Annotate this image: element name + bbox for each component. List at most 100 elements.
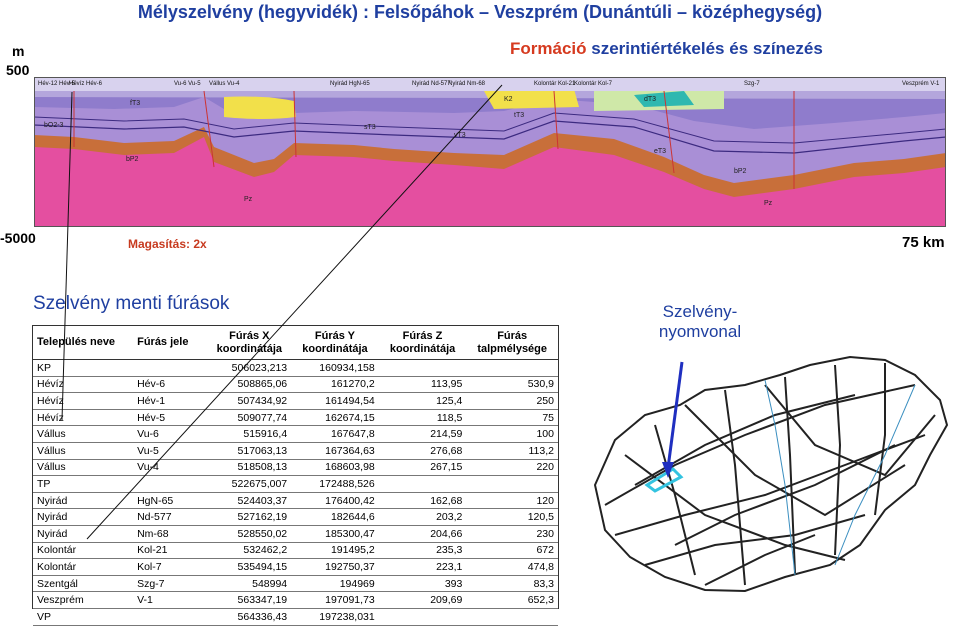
- table-cell: 176400,42: [291, 492, 379, 510]
- well-label: Vállus Vu-4: [209, 81, 240, 87]
- header-y: Fúrás Y koordinátája: [291, 326, 379, 360]
- table-cell: Nyirád: [33, 508, 134, 526]
- well-label: Kolontár Kol-7: [574, 81, 613, 87]
- table-cell: Hévíz: [33, 409, 134, 427]
- table-row: KP 506023,213 160934,158: [33, 359, 558, 377]
- table-cell: [378, 359, 467, 377]
- table-cell: 223,1: [378, 558, 467, 576]
- formation-label: fT3: [130, 100, 140, 107]
- table-cell: 524403,37: [207, 492, 292, 510]
- formation-label: sT3: [364, 124, 376, 131]
- well-label: Kolontár Kol-21: [534, 81, 576, 87]
- hungary-map: [585, 345, 955, 600]
- table-row: Vállus Vu-6 515916,4 167647,8 214,59 100: [33, 425, 558, 443]
- table-cell: Nyirád: [33, 525, 134, 543]
- table-cell: 161270,2: [291, 376, 379, 394]
- table-cell: 528550,02: [207, 525, 292, 543]
- table-cell: TP: [33, 475, 134, 493]
- table-cell: 192750,37: [291, 558, 379, 576]
- formation-label: bP2: [734, 168, 747, 175]
- header-depth: Fúrás talpmélysége: [466, 326, 558, 360]
- table-row: Kolontár Kol-21 532462,2 191495,2 235,3 672: [33, 542, 558, 560]
- table-cell: Nm-68: [133, 525, 208, 543]
- table-cell: Hév-6: [133, 376, 208, 394]
- table-cell: 203,2: [378, 508, 467, 526]
- table-cell: 167647,8: [291, 425, 379, 443]
- table-cell: [133, 359, 208, 377]
- surface-band: [34, 77, 946, 91]
- table-cell: [378, 475, 467, 493]
- table-cell: 83,3: [466, 575, 558, 593]
- formation-label: Pz: [764, 200, 773, 207]
- formation-label: dT3: [644, 96, 656, 103]
- table-cell: 75: [466, 409, 558, 427]
- table-cell: 235,3: [378, 542, 467, 560]
- table-cell: 517063,13: [207, 442, 292, 460]
- formation-label: bO2-3: [44, 122, 64, 129]
- boreholes-heading: Szelvény menti fúrások: [33, 293, 230, 314]
- table-cell: 113,2: [466, 442, 558, 460]
- table-cell: 120: [466, 492, 558, 510]
- table-cell: 167364,63: [291, 442, 379, 460]
- table-cell: 185300,47: [291, 525, 379, 543]
- table-cell: Kol-21: [133, 542, 208, 560]
- table-cell: 168603,98: [291, 459, 379, 477]
- well-label: Veszprém V-1: [902, 81, 940, 87]
- formation-label: K2: [504, 96, 513, 103]
- table-cell: 172488,526: [291, 475, 379, 493]
- table-cell: 209,69: [378, 591, 467, 609]
- table-cell: 162,68: [378, 492, 467, 510]
- table-cell: 118,5: [378, 409, 467, 427]
- header-settlement: Település neve: [33, 326, 134, 360]
- well-label: Nyirád Nd-577: [412, 81, 451, 87]
- table-cell: Nd-577: [133, 508, 208, 526]
- table-cell: 250: [466, 392, 558, 410]
- table-cell: 162674,15: [291, 409, 379, 427]
- table-cell: [466, 608, 558, 626]
- table-cell: Vállus: [33, 425, 134, 443]
- formation-label: bP2: [126, 156, 139, 163]
- subtitle: Formáció szerintiértékelés és színezés: [510, 39, 823, 59]
- well-label: Nyirád Nm-68: [448, 81, 486, 87]
- table-cell: Hévíz: [33, 392, 134, 410]
- table-header-row: Település neve Fúrás jele Fúrás X koordi…: [33, 326, 558, 360]
- table-cell: 535494,15: [207, 558, 292, 576]
- table-cell: 532462,2: [207, 542, 292, 560]
- table-cell: [466, 359, 558, 377]
- table-cell: Vu-4: [133, 459, 208, 477]
- table-cell: Vu-5: [133, 442, 208, 460]
- table-cell: Vu-6: [133, 425, 208, 443]
- table-cell: 194969: [291, 575, 379, 593]
- table-cell: 160934,158: [291, 359, 379, 377]
- table-cell: Vállus: [33, 459, 134, 477]
- table-body: KP 506023,213 160934,158 Hévíz Hév-6 508865,0…: [33, 359, 558, 626]
- table-cell: 230: [466, 525, 558, 543]
- axis-top-label: 500: [6, 62, 30, 78]
- table-row: Hévíz Hév-1 507434,92 161494,54 125,4 250: [33, 392, 558, 410]
- table-cell: 191495,2: [291, 542, 379, 560]
- table-row: Nyirád HgN-65 524403,37 176400,42 162,68 120: [33, 492, 558, 510]
- table-cell: 518508,13: [207, 459, 292, 477]
- formation-label: vT3: [454, 132, 466, 139]
- table-cell: Vállus: [33, 442, 134, 460]
- well-label: Nyirád HgN-65: [330, 81, 370, 87]
- table-cell: V-1: [133, 591, 208, 609]
- map-svg: [593, 355, 949, 593]
- table-cell: 267,15: [378, 459, 467, 477]
- geologic-cross-section: Hév-12 Hév-5 Hévíz Hév-6 Vu-6 Vu-5 Vállu…: [33, 76, 947, 227]
- table-cell: 652,3: [466, 591, 558, 609]
- length-label: 75 km: [902, 234, 945, 251]
- table-row: Szentgál Szg-7 548994 194969 393 83,3: [33, 575, 558, 593]
- table-cell: 197091,73: [291, 591, 379, 609]
- table-row: Vállus Vu-5 517063,13 167364,63 276,68 113,2: [33, 442, 558, 460]
- table-cell: 474,8: [466, 558, 558, 576]
- table-cell: [133, 475, 208, 493]
- formation-label: tT3: [514, 112, 524, 119]
- table-cell: 530,9: [466, 376, 558, 394]
- table-cell: 204,66: [378, 525, 467, 543]
- table-cell: [378, 608, 467, 626]
- table-cell: 672: [466, 542, 558, 560]
- header-x: Fúrás X koordinátája: [207, 326, 292, 360]
- borehole-table-grid: Település neve Fúrás jele Fúrás X koordi…: [33, 326, 558, 626]
- subtitle-part2: szerintiértékelés és színezés: [591, 39, 823, 58]
